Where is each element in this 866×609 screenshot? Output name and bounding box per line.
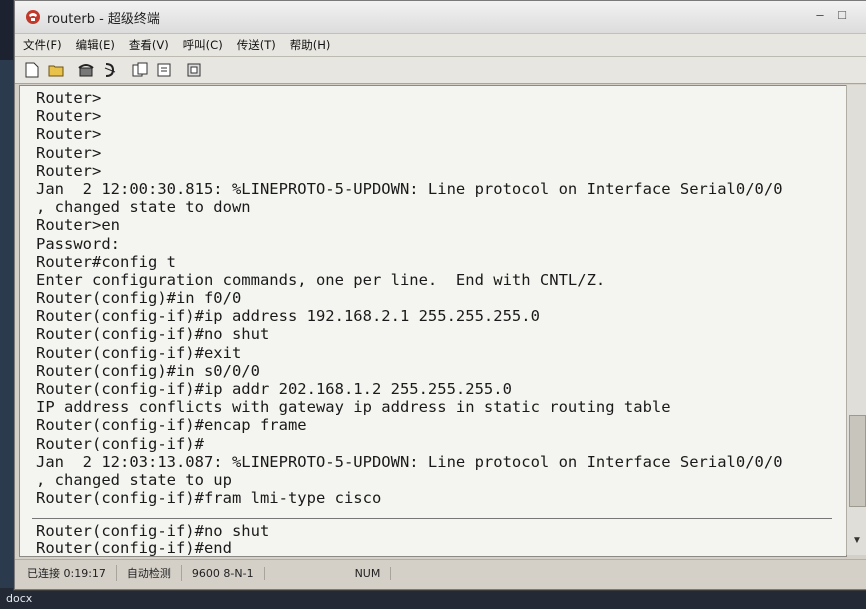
terminal-line: IP address conflicts with gateway ip add… — [36, 398, 671, 417]
terminal-screen[interactable]: Router> Router> Router> Router> Router> Jan 2… — [19, 85, 847, 557]
title-bar[interactable]: routerb - 超级终端 – □ — [15, 1, 866, 34]
terminal-line: Router> — [36, 89, 102, 107]
vertical-scrollbar[interactable]: ▼ — [846, 85, 866, 555]
connection-time: 已连接 0:19:17 — [17, 565, 117, 581]
menu-edit[interactable]: 编辑(E) — [76, 37, 115, 53]
terminal-line: Router(config-if)#exit — [36, 343, 242, 362]
menu-transfer[interactable]: 传送(T) — [237, 37, 276, 53]
terminal-line: Router(config-if)#no shut — [36, 325, 270, 344]
maximize-icon[interactable]: □ — [833, 7, 851, 23]
terminal-line: Router(config-if)#fram lmi-type cisco — [36, 489, 382, 508]
terminal-line: Router(config-if)# — [36, 434, 204, 453]
terminal-output: Router> Router> Router> Router> Router> Jan 2… — [36, 89, 783, 507]
terminal-line: , changed state to down — [36, 198, 251, 217]
terminal-line: , changed state to up — [36, 470, 232, 489]
terminal-input-text: Router(config-if)#no shut Router(config-i… — [36, 523, 269, 557]
terminal-line: Jan 2 12:00:30.815: %LINEPROTO-5-UPDOWN:… — [36, 179, 783, 198]
toolbar — [15, 57, 866, 84]
dial-icon[interactable] — [77, 61, 95, 79]
terminal-line: Router(config)#in s0/0/0 — [36, 361, 260, 380]
terminal-line: Jan 2 12:03:13.087: %LINEPROTO-5-UPDOWN:… — [36, 452, 783, 471]
menu-file[interactable]: 文件(F) — [23, 37, 62, 53]
minimize-icon[interactable]: – — [811, 7, 829, 23]
receive-icon[interactable] — [155, 61, 173, 79]
send-icon[interactable] — [131, 61, 149, 79]
status-bar: 已连接 0:19:17 自动检测 9600 8-N-1 NUM — [15, 559, 866, 586]
terminal-line: Router>en — [36, 216, 120, 235]
terminal-line: Router> — [36, 161, 102, 180]
terminal-line: Router> — [36, 107, 102, 126]
disconnect-icon[interactable] — [101, 61, 119, 79]
taskbar: docx — [0, 588, 866, 609]
taskbar-item[interactable]: docx — [6, 592, 32, 605]
new-connection-icon[interactable] — [23, 61, 41, 79]
terminal-input-line: Router(config-if)#end — [36, 539, 232, 557]
detect-status: 自动检测 — [117, 565, 182, 581]
terminal-line: Password: — [36, 234, 120, 253]
terminal-line: Router(config-if)#ip address 192.168.2.1… — [36, 307, 540, 326]
hyperterminal-window: routerb - 超级终端 – □ 文件(F) 编辑(E) 查看(V) 呼叫(… — [14, 0, 866, 590]
terminal-line: Enter configuration commands, one per li… — [36, 270, 606, 289]
terminal-line: Router> — [36, 143, 102, 162]
terminal-line: Router#config t — [36, 252, 176, 271]
scroll-down-icon[interactable]: ▼ — [850, 535, 864, 549]
properties-icon[interactable] — [185, 61, 203, 79]
terminal-line: Router(config-if)#encap frame — [36, 416, 307, 435]
menu-help[interactable]: 帮助(H) — [290, 37, 331, 53]
hyperterminal-phone-icon — [26, 10, 40, 24]
num-lock-indicator: NUM — [345, 566, 392, 580]
scrollbar-thumb[interactable] — [849, 415, 866, 507]
menu-view[interactable]: 查看(V) — [129, 37, 169, 53]
terminal-input-line: Router(config-if)#no shut — [36, 522, 270, 540]
terminal-line: Router(config-if)#ip addr 202.168.1.2 25… — [36, 380, 512, 398]
port-settings: 9600 8-N-1 — [182, 566, 265, 580]
terminal-line: Router> — [36, 125, 102, 144]
window-title: routerb - 超级终端 — [47, 11, 160, 27]
terminal-line: Router(config)#in f0/0 — [36, 289, 242, 308]
menu-call[interactable]: 呼叫(C) — [183, 37, 223, 53]
menu-bar: 文件(F) 编辑(E) 查看(V) 呼叫(C) 传送(T) 帮助(H) — [15, 34, 866, 57]
open-icon[interactable] — [47, 61, 65, 79]
